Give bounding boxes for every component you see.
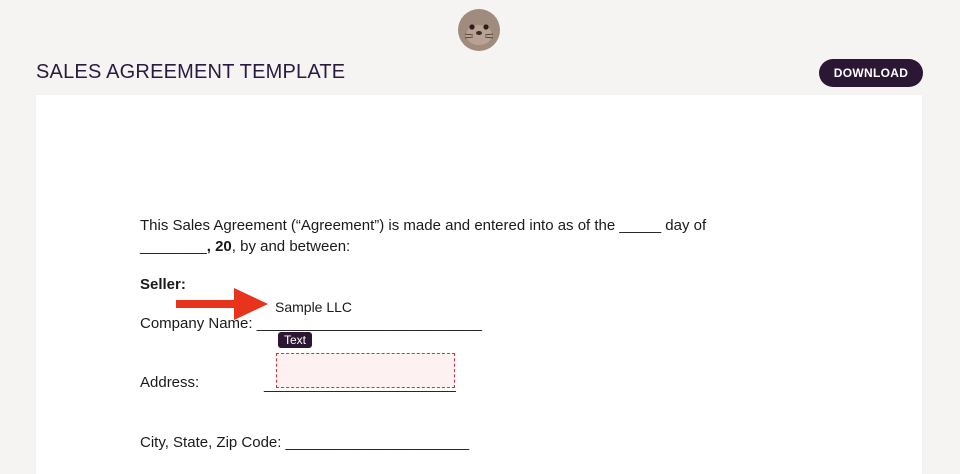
year-text: , 20 bbox=[206, 238, 232, 255]
download-button[interactable]: DOWNLOAD bbox=[819, 59, 923, 87]
between-text: , by and between: bbox=[231, 238, 351, 255]
address-label: Address: bbox=[140, 374, 200, 391]
date-blank: ________ bbox=[140, 238, 207, 255]
city-label: City, State, Zip Code: bbox=[140, 434, 286, 451]
company-name-line: ___________________________ bbox=[256, 315, 482, 332]
arrow-right-icon bbox=[176, 288, 268, 320]
seal-mascot-icon bbox=[458, 9, 500, 51]
page-title: SALES AGREEMENT TEMPLATE bbox=[36, 61, 346, 83]
city-line: ______________________ bbox=[285, 434, 470, 451]
intro-line-2: ________, 20, by and between: bbox=[140, 238, 350, 255]
intro-line-1: This Sales Agreement (“Agreement”) is ma… bbox=[140, 217, 707, 234]
city-row: City, State, Zip Code: _________________… bbox=[140, 434, 469, 451]
address-text-field[interactable] bbox=[276, 353, 455, 388]
company-name-field-value[interactable]: Sample LLC bbox=[275, 299, 352, 315]
app-window: SALES AGREEMENT TEMPLATE DOWNLOAD This S… bbox=[0, 0, 960, 474]
field-type-tag: Text bbox=[278, 332, 313, 348]
